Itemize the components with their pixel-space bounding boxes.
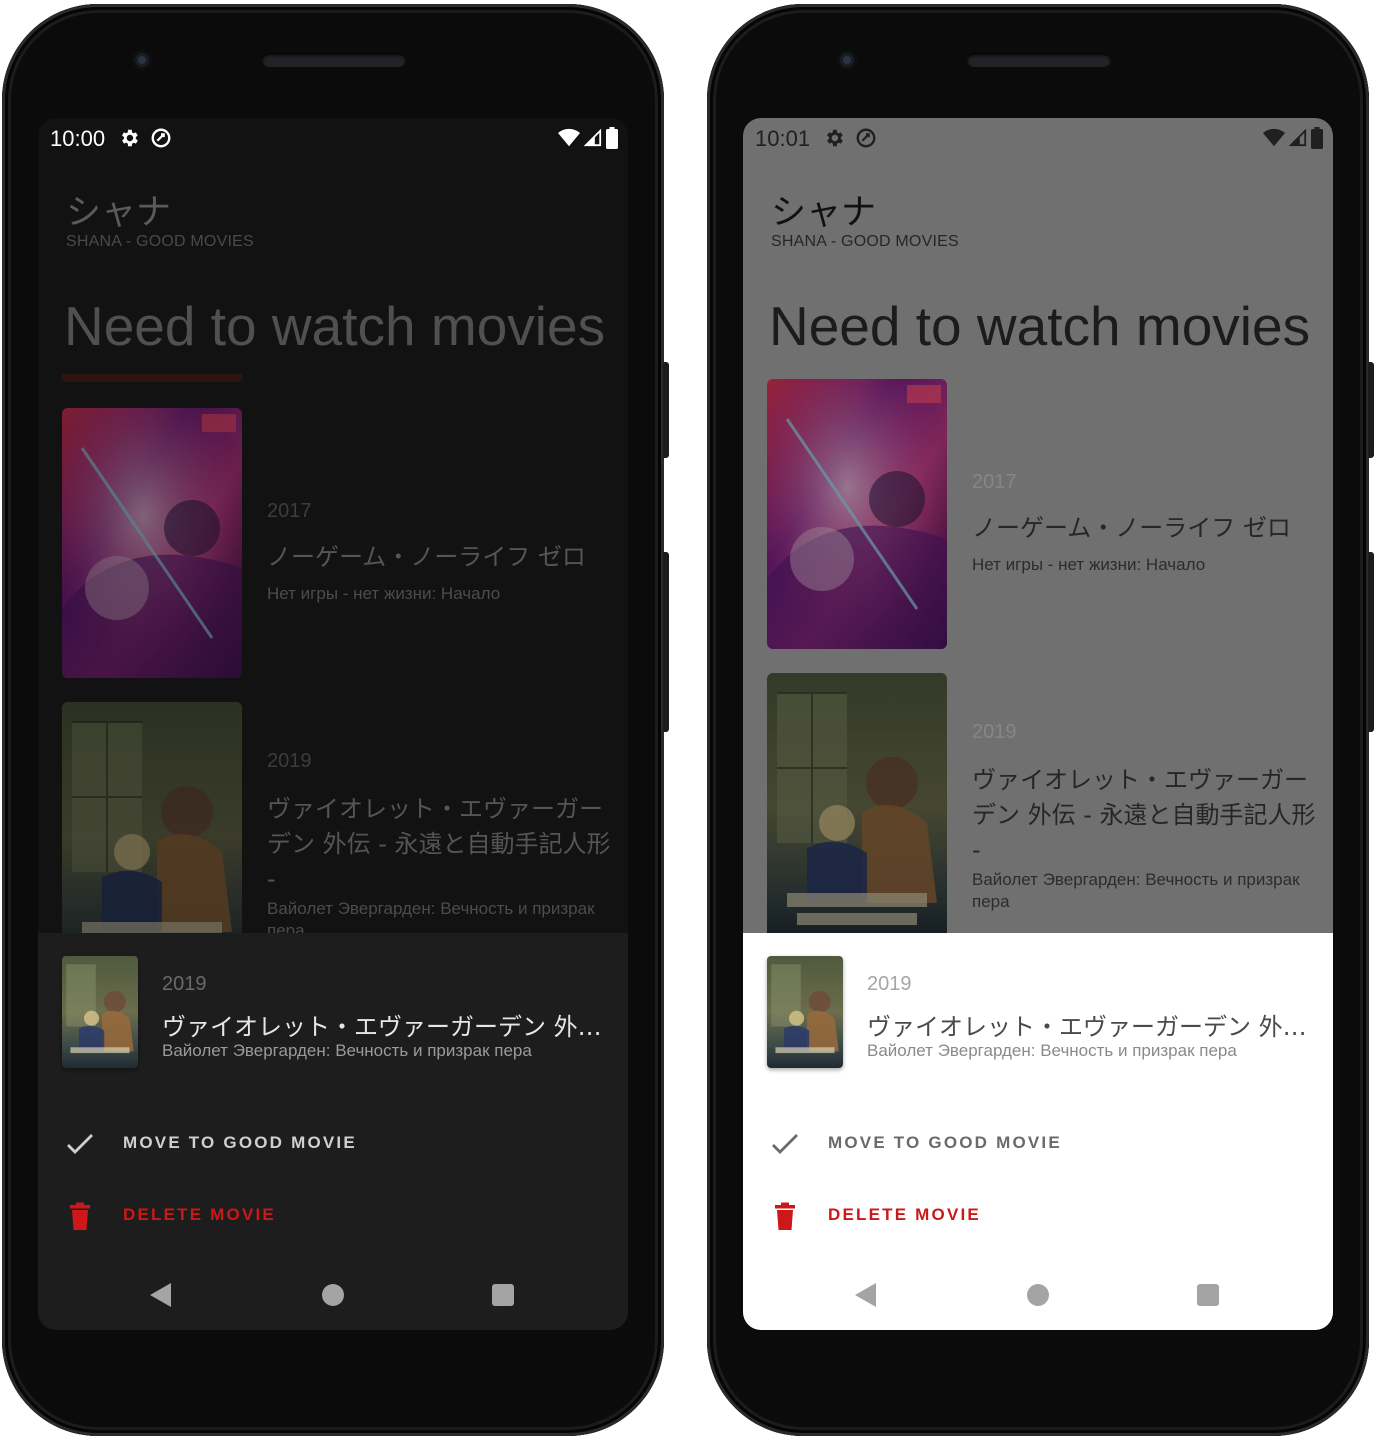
bottom-sheet: 2019 ヴァイオレット・エヴァーガーデン 外伝 - 永遠と自動手記人形 - В… bbox=[743, 933, 1333, 1330]
settings-icon bbox=[827, 129, 843, 147]
screen: 10:01 シャナ SHANA - GOOD MOVIES Need to wa… bbox=[743, 118, 1333, 1330]
section-title: Need to watch movies bbox=[769, 295, 1311, 357]
phone-light: 10:01 シャナ SHANA - GOOD MOVIES Need to wa… bbox=[707, 4, 1374, 1436]
delete-movie-label: DELETE MOVIE bbox=[828, 1205, 981, 1224]
earpiece-speaker bbox=[262, 53, 406, 67]
sync-icon bbox=[151, 128, 171, 148]
movie-subtitle: Вайолет Эвергарден: Вечность и призрак п… bbox=[972, 870, 1300, 911]
navigation-bar bbox=[38, 1260, 628, 1330]
wifi-icon bbox=[558, 128, 580, 147]
sheet-movie-poster bbox=[767, 956, 843, 1068]
move-to-good-movie-label: MOVE TO GOOD MOVIE bbox=[828, 1133, 1062, 1152]
settings-icon bbox=[122, 129, 138, 147]
front-camera bbox=[132, 50, 152, 70]
battery-icon bbox=[606, 127, 618, 149]
sheet-movie-subtitle: Вайолет Эвергарден: Вечность и призрак п… bbox=[162, 1041, 532, 1060]
movie-year: 2017 bbox=[267, 500, 312, 522]
sync-icon bbox=[856, 128, 876, 148]
navigation-bar bbox=[743, 1260, 1333, 1330]
sheet-movie-title: ヴァイオレット・エヴァーガーデン 外伝 - 永遠と自動手記人形 - bbox=[867, 1013, 1307, 1041]
check-icon bbox=[772, 1134, 798, 1154]
front-camera bbox=[837, 50, 857, 70]
move-to-good-movie-label: MOVE TO GOOD MOVIE bbox=[123, 1133, 357, 1152]
check-icon bbox=[67, 1134, 93, 1154]
sheet-movie-title: ヴァイオレット・エヴァーガーデン 外伝 - 永遠と自動手記人形 - bbox=[162, 1013, 602, 1041]
sheet-movie-year: 2019 bbox=[162, 973, 207, 995]
volume-button bbox=[1368, 362, 1374, 458]
status-bar: 10:01 bbox=[743, 118, 1333, 162]
movie-title: ノーゲーム・ノーライフ ゼロ bbox=[267, 543, 586, 571]
movie-year: 2017 bbox=[972, 471, 1017, 493]
sheet-movie-poster bbox=[62, 956, 138, 1068]
status-bar: 10:00 bbox=[38, 118, 628, 162]
movie-subtitle: Нет игры - нет жизни: Начало bbox=[267, 584, 501, 603]
movie-title: ノーゲーム・ノーライフ ゼロ bbox=[972, 514, 1291, 542]
battery-icon bbox=[1311, 127, 1323, 149]
delete-movie-button[interactable]: DELETE MOVIE bbox=[38, 1186, 628, 1246]
app-title: シャナ bbox=[66, 193, 172, 233]
app-title: シャナ bbox=[771, 193, 877, 233]
trash-icon bbox=[775, 1202, 795, 1230]
phone-dark: 10:00 シャナ SHANA - GOOD MOVIES Need to wa… bbox=[2, 4, 669, 1436]
sheet-movie-subtitle: Вайолет Эвергарден: Вечность и призрак п… bbox=[867, 1041, 1237, 1060]
status-time: 10:01 bbox=[755, 126, 811, 151]
trash-icon bbox=[70, 1202, 90, 1230]
movie-poster bbox=[62, 408, 242, 678]
back-icon[interactable] bbox=[150, 1283, 171, 1307]
recents-icon[interactable] bbox=[492, 1284, 514, 1306]
cell-signal-icon bbox=[1289, 128, 1307, 147]
power-button bbox=[663, 552, 669, 732]
poster-edge bbox=[62, 374, 242, 382]
home-icon[interactable] bbox=[322, 1284, 344, 1306]
app-subtitle: SHANA - GOOD MOVIES bbox=[66, 233, 254, 250]
screen: 10:00 シャナ SHANA - GOOD MOVIES Need to wa… bbox=[38, 118, 628, 1330]
earpiece-speaker bbox=[967, 53, 1111, 67]
delete-movie-label: DELETE MOVIE bbox=[123, 1205, 276, 1224]
delete-movie-button[interactable]: DELETE MOVIE bbox=[743, 1186, 1333, 1246]
movie-poster bbox=[767, 673, 947, 943]
app-subtitle: SHANA - GOOD MOVIES bbox=[771, 233, 959, 250]
wifi-icon bbox=[1263, 128, 1285, 147]
movie-year: 2019 bbox=[267, 750, 312, 772]
power-button bbox=[1368, 552, 1374, 732]
section-title: Need to watch movies bbox=[64, 295, 606, 357]
movie-year: 2019 bbox=[972, 721, 1017, 743]
back-icon[interactable] bbox=[855, 1283, 876, 1307]
movie-poster bbox=[767, 379, 947, 649]
home-icon[interactable] bbox=[1027, 1284, 1049, 1306]
movie-title: ヴァイオレット・エヴァーガーデン 外伝 - 永遠と自動手記人形 - bbox=[972, 766, 1316, 864]
move-to-good-movie-button[interactable]: MOVE TO GOOD MOVIE bbox=[38, 1114, 628, 1174]
sheet-movie-year: 2019 bbox=[867, 973, 912, 995]
cell-signal-icon bbox=[584, 128, 602, 147]
move-to-good-movie-button[interactable]: MOVE TO GOOD MOVIE bbox=[743, 1114, 1333, 1174]
movie-subtitle: Нет игры - нет жизни: Начало bbox=[972, 555, 1206, 574]
bottom-sheet: 2019 ヴァイオレット・エヴァーガーデン 外伝 - 永遠と自動手記人形 - В… bbox=[38, 933, 628, 1330]
volume-button bbox=[663, 362, 669, 458]
movie-title: ヴァイオレット・エヴァーガーデン 外伝 - 永遠と自動手記人形 - bbox=[267, 795, 611, 893]
status-time: 10:00 bbox=[50, 126, 106, 151]
recents-icon[interactable] bbox=[1197, 1284, 1219, 1306]
movie-poster bbox=[62, 702, 242, 972]
